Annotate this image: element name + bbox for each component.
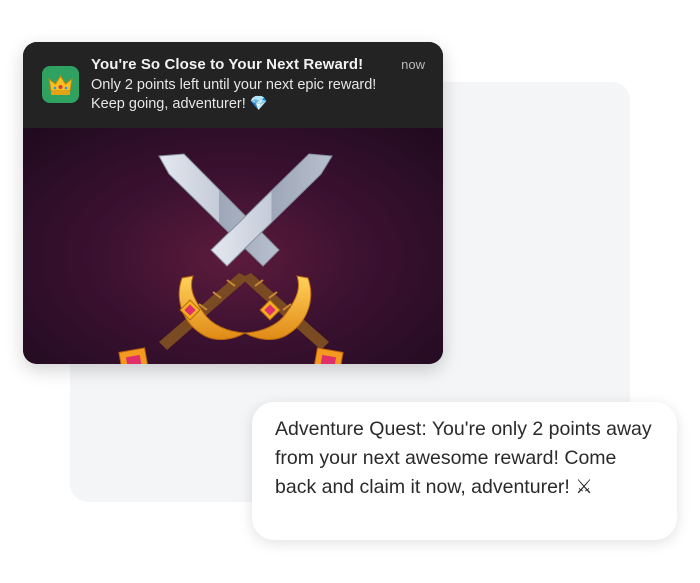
crown-icon: [42, 66, 79, 103]
sms-message-text: Adventure Quest: You're only 2 points aw…: [275, 415, 660, 502]
push-notification[interactable]: You're So Close to Your Next Reward! now…: [23, 42, 443, 364]
gem-icon: 💎: [249, 96, 268, 112]
sms-message-bubble[interactable]: Adventure Quest: You're only 2 points aw…: [252, 402, 677, 540]
sms-message-body: Adventure Quest: You're only 2 points aw…: [275, 418, 652, 498]
notification-time: now: [401, 57, 425, 72]
crossed-swords-icon: ⚔: [575, 476, 593, 498]
notification-header: You're So Close to Your Next Reward! now…: [23, 42, 443, 128]
notification-body-text: Only 2 points left until your next epic …: [91, 77, 377, 112]
notification-title: You're So Close to Your Next Reward!: [91, 56, 364, 73]
crossed-swords-illustration: [23, 128, 443, 364]
notification-body: Only 2 points left until your next epic …: [91, 76, 391, 114]
sword-right-icon: [118, 153, 333, 364]
